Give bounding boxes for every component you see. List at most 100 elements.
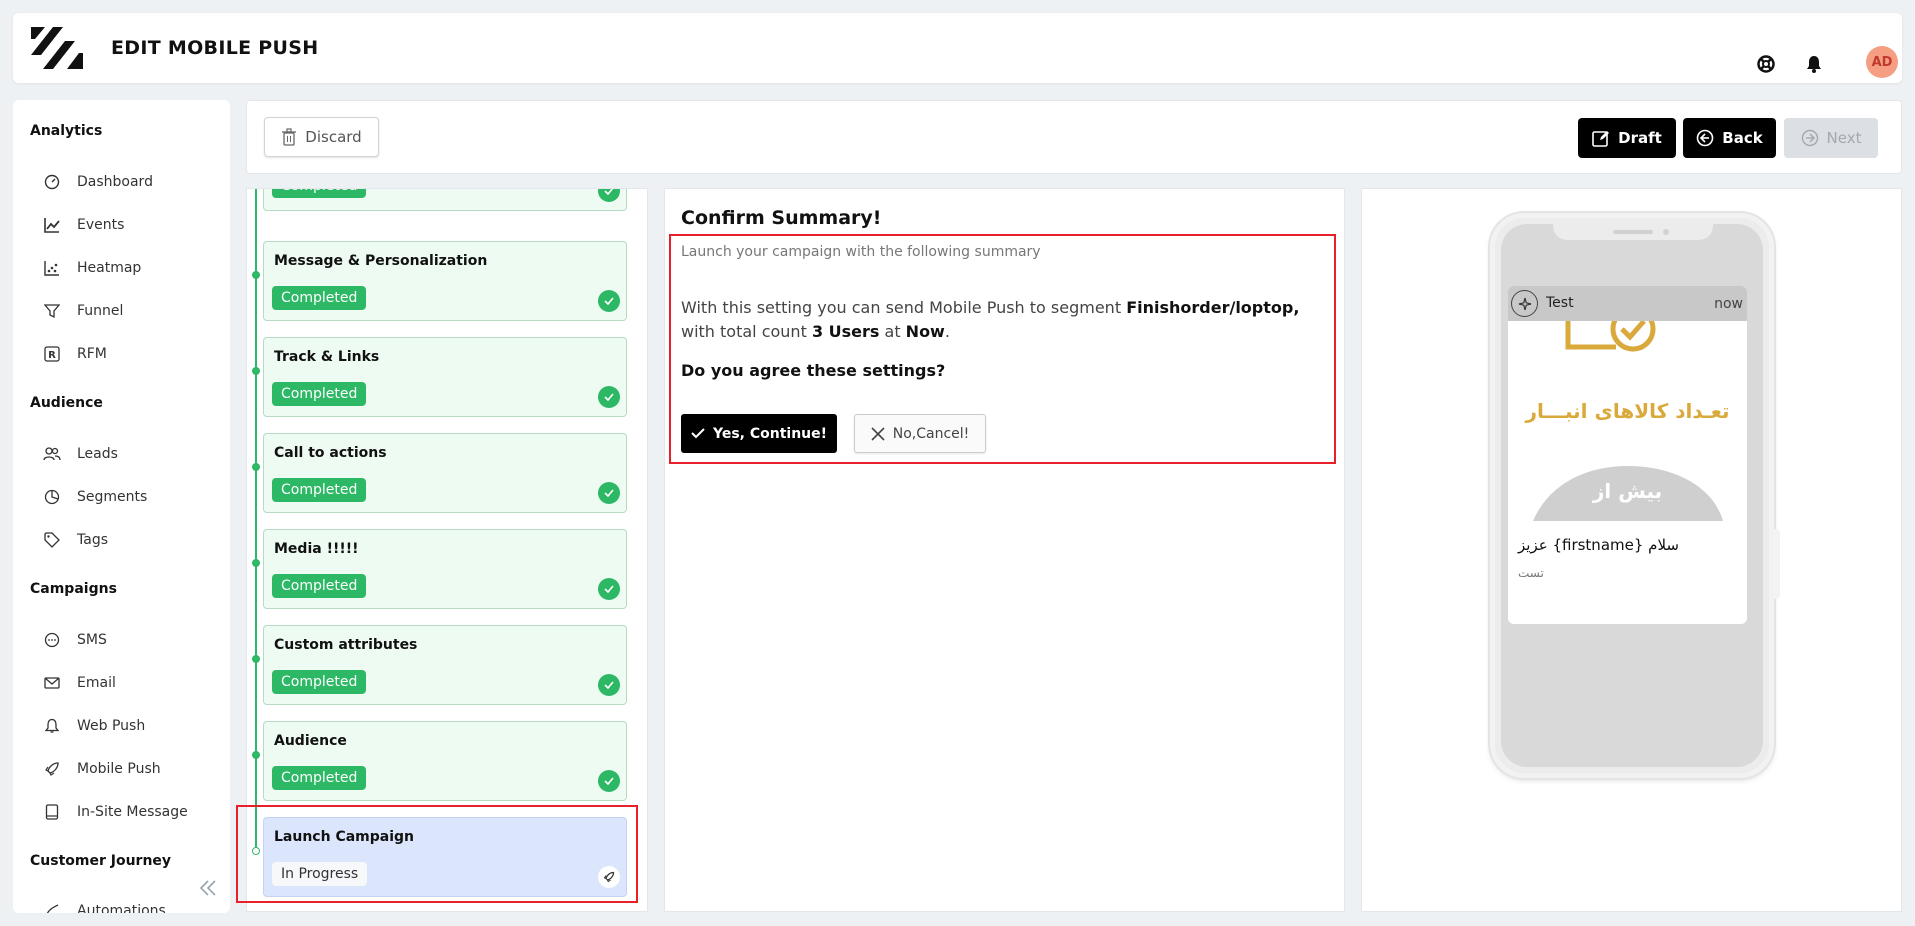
status-badge: Completed	[272, 189, 367, 198]
draft-button[interactable]: Draft	[1578, 118, 1676, 158]
summary-text: With this setting you can send Mobile Pu…	[681, 298, 1300, 341]
no-cancel-button[interactable]: No,Cancel!	[854, 414, 986, 453]
funnel-icon	[43, 302, 61, 320]
step-card-custom-attributes[interactable]: Custom attributes Completed	[263, 625, 627, 705]
sidebar-item-label: Funnel	[77, 303, 124, 319]
notification-image: تعـداد کالاهای انبـــار بیش از	[1508, 321, 1747, 521]
scatter-icon	[43, 259, 61, 277]
pie-icon	[43, 488, 61, 506]
sidebar-item-events[interactable]: Events	[43, 210, 223, 240]
step-card-track-links[interactable]: Track & Links Completed	[263, 337, 627, 417]
sidebar-section-campaigns: Campaigns	[30, 581, 117, 597]
summary-panel: Confirm Summary! Launch your campaign wi…	[664, 188, 1345, 912]
step-title: Call to actions	[274, 445, 387, 461]
yes-continue-button[interactable]: Yes, Continue!	[681, 414, 837, 453]
step-card-message-personalization[interactable]: Message & Personalization Completed	[263, 241, 627, 321]
image-text-inventory: تعـداد کالاهای انبـــار	[1525, 399, 1730, 423]
top-header: EDIT MOBILE PUSH AD	[13, 13, 1902, 83]
action-toolbar: Discard Draft Back Next	[246, 100, 1902, 174]
status-badge: In Progress	[272, 862, 368, 886]
brand-logo-icon[interactable]	[29, 25, 83, 71]
status-badge: Completed	[272, 574, 367, 598]
sidebar-section-audience: Audience	[30, 395, 103, 411]
sidebar-item-mobile-push[interactable]: Mobile Push	[43, 754, 223, 784]
step-card[interactable]: Completed	[263, 189, 627, 211]
phone-mockup: Test now تعـداد کالاهای انبـــار بیش از …	[1490, 213, 1774, 778]
step-title: Track & Links	[274, 349, 380, 365]
status-badge: Completed	[272, 766, 367, 790]
step-card-launch-campaign[interactable]: Launch Campaign In Progress	[263, 817, 627, 897]
collapse-sidebar-icon[interactable]	[198, 878, 222, 900]
sidebar-item-tags[interactable]: Tags	[43, 525, 223, 555]
tag-icon	[43, 531, 61, 549]
timeline-dot	[252, 367, 260, 375]
segment-name: Finishorder/loptop,	[1126, 298, 1300, 317]
sidebar-item-label: SMS	[77, 632, 107, 648]
sidebar-item-sms[interactable]: SMS	[43, 625, 223, 655]
user-count: 3 Users	[811, 322, 880, 341]
notification-header: Test now	[1508, 286, 1747, 321]
summary-title: Confirm Summary!	[681, 207, 882, 229]
timeline-dot	[252, 463, 260, 471]
sidebar-item-label: Mobile Push	[77, 761, 161, 777]
line-chart-icon	[43, 216, 61, 234]
notifications-bell-icon[interactable]	[1802, 52, 1826, 76]
automation-icon	[43, 902, 61, 913]
step-card-audience[interactable]: Audience Completed	[263, 721, 627, 801]
sidebar-item-label: Segments	[77, 489, 148, 505]
notification-time: now	[1714, 296, 1743, 312]
discard-button[interactable]: Discard	[264, 117, 379, 157]
arrow-left-circle-icon	[1696, 129, 1714, 147]
step-title: Media !!!!!	[274, 541, 359, 557]
notification-body: تست	[1518, 566, 1544, 580]
page-title: EDIT MOBILE PUSH	[111, 37, 319, 59]
trash-icon	[281, 128, 297, 146]
chat-icon	[43, 631, 61, 649]
sidebar-item-label: Web Push	[77, 718, 146, 734]
steps-panel: Completed Message & Personalization Comp…	[246, 188, 648, 912]
mail-icon	[43, 674, 61, 692]
timeline-dot	[252, 655, 260, 663]
status-badge: Completed	[272, 478, 367, 502]
sidebar-item-automations[interactable]: Automations	[43, 896, 223, 913]
sidebar-item-label: Tags	[77, 532, 108, 548]
step-card-media[interactable]: Media !!!!! Completed	[263, 529, 627, 609]
sidebar-item-segments[interactable]: Segments	[43, 482, 223, 512]
check-icon	[598, 386, 620, 408]
rocket-icon	[598, 866, 620, 888]
phone-screen: Test now تعـداد کالاهای انبـــار بیش از …	[1501, 224, 1763, 767]
sidebar-item-dashboard[interactable]: Dashboard	[43, 167, 223, 197]
summary-question: Do you agree these settings?	[681, 361, 946, 380]
user-avatar[interactable]: AD	[1866, 46, 1898, 78]
notification-title: سلام {firstname} عزیز	[1518, 536, 1679, 554]
sidebar-item-email[interactable]: Email	[43, 668, 223, 698]
users-icon	[43, 445, 61, 463]
step-title: Custom attributes	[274, 637, 418, 653]
check-icon	[691, 428, 705, 439]
sidebar-item-label: Heatmap	[77, 260, 142, 276]
sidebar: Analytics Dashboard Events Heatmap Funne…	[13, 100, 230, 913]
status-badge: Completed	[272, 286, 367, 310]
sidebar-item-web-push[interactable]: Web Push	[43, 711, 223, 741]
sidebar-section-customer-journey: Customer Journey	[30, 853, 172, 869]
sidebar-item-funnel[interactable]: Funnel	[43, 296, 223, 326]
sidebar-item-rfm[interactable]: R RFM	[43, 339, 223, 369]
sidebar-item-leads[interactable]: Leads	[43, 439, 223, 469]
back-button[interactable]: Back	[1683, 118, 1776, 158]
next-button[interactable]: Next	[1784, 118, 1878, 158]
dashboard-icon	[43, 173, 61, 191]
arrow-right-circle-icon	[1801, 129, 1819, 147]
status-badge: Completed	[272, 670, 367, 694]
phone-side-button	[1774, 529, 1780, 599]
support-icon[interactable]	[1754, 52, 1778, 76]
rocket-icon	[43, 760, 61, 778]
notification-app-name: Test	[1546, 295, 1574, 311]
check-icon	[598, 482, 620, 504]
push-notification-preview: Test now تعـداد کالاهای انبـــار بیش از …	[1508, 286, 1747, 624]
sidebar-item-heatmap[interactable]: Heatmap	[43, 253, 223, 283]
tablet-icon	[43, 803, 61, 821]
timeline-dot-current	[252, 847, 260, 855]
sidebar-item-in-site-message[interactable]: In-Site Message	[43, 797, 223, 827]
step-card-call-to-actions[interactable]: Call to actions Completed	[263, 433, 627, 513]
bell-icon	[43, 717, 61, 735]
